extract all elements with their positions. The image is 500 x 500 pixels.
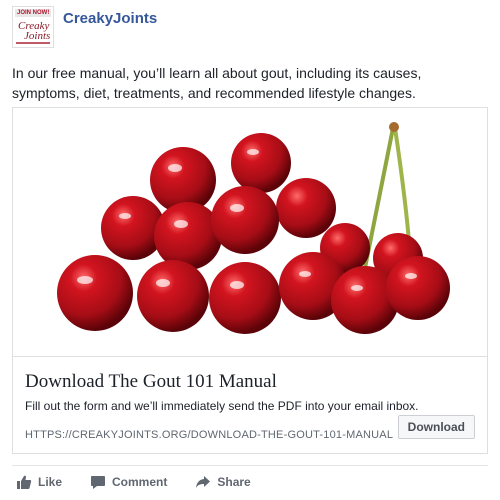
share-button[interactable]: Share [195, 474, 251, 490]
post-header: JOIN NOW! Creaky Joints CreakyJoints [12, 6, 157, 50]
like-button[interactable]: Like [16, 474, 62, 490]
avatar-logo-underline [16, 42, 50, 44]
cherries-image [57, 122, 450, 334]
like-label: Like [38, 474, 63, 489]
thumbs-up-icon [17, 475, 32, 489]
comment-label: Comment [112, 474, 168, 489]
card-image[interactable] [13, 108, 487, 356]
facebook-post: JOIN NOW! Creaky Joints CreakyJoints In … [0, 0, 500, 500]
download-button[interactable]: Download [397, 415, 475, 439]
card-body: Download The Gout 101 Manual Fill out th… [13, 356, 487, 453]
action-bar: Like Comment Share [12, 465, 488, 497]
card-url: HTTPS://CREAKYJOINTS.ORG/DOWNLOAD-THE-GO… [25, 429, 394, 441]
comment-button[interactable]: Comment [90, 474, 167, 490]
share-label: Share [217, 474, 251, 489]
post-text: In our free manual, you’ll learn all abo… [12, 65, 422, 101]
avatar-badge: JOIN NOW! [15, 9, 51, 17]
card-description: Fill out the form and we’ll immediately … [25, 399, 419, 413]
page-avatar[interactable]: JOIN NOW! Creaky Joints [12, 6, 54, 48]
comment-icon [91, 475, 106, 489]
card-title[interactable]: Download The Gout 101 Manual [25, 371, 277, 393]
link-card[interactable]: Download The Gout 101 Manual Fill out th… [12, 107, 488, 454]
share-icon [196, 475, 211, 488]
page-name-link[interactable]: CreakyJoints [63, 10, 157, 27]
avatar-logo-line2: Joints [24, 30, 51, 42]
